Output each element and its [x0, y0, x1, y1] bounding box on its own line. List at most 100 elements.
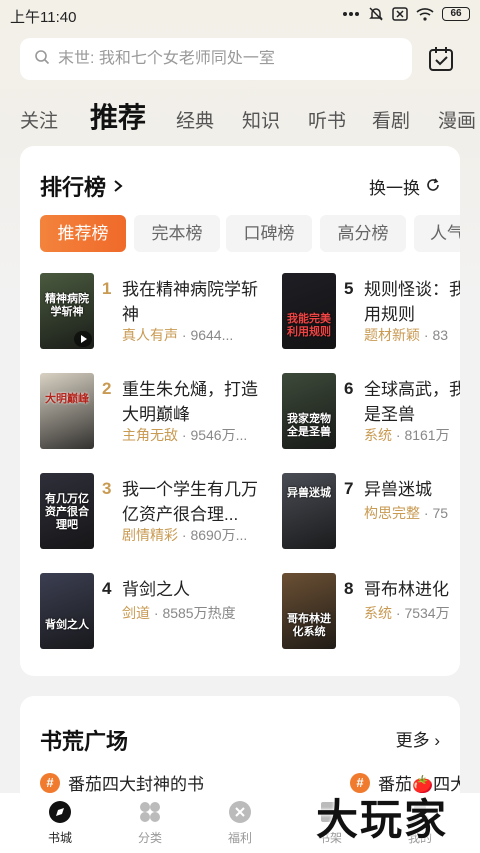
book-tag: 真人有声: [122, 327, 178, 343]
chip-reputation[interactable]: 口碑榜: [226, 215, 312, 252]
book-heat: 9546万...: [190, 427, 248, 443]
nav-welfare[interactable]: 福利: [210, 799, 270, 846]
chip-completed[interactable]: 完本榜: [134, 215, 220, 252]
chip-high-score[interactable]: 高分榜: [320, 215, 406, 252]
book-meta: 剑道 · 8585万热度: [122, 605, 236, 621]
tab-drama[interactable]: 看剧: [372, 106, 410, 133]
chevron-right-icon: [112, 173, 124, 199]
search-input[interactable]: [58, 50, 398, 68]
book-meta: 剧情精彩 · 8690万...: [122, 527, 248, 543]
nav-bookstore[interactable]: 书城: [30, 799, 90, 846]
rank-number: 4: [102, 579, 112, 598]
tab-classic[interactable]: 经典: [176, 106, 214, 133]
watermark-logo: 大玩家: [316, 795, 449, 844]
book-item[interactable]: 有几万亿资产很合理吧 3 我一个学生有几万亿资产很合理... 剧情精彩 · 86…: [40, 473, 280, 551]
book-item[interactable]: 我能完美利用规则 5 规则怪谈：我美利用规则 题材新颖 · 83: [282, 273, 460, 351]
book-meta: 主角无敌 · 9546万...: [122, 427, 248, 443]
book-item[interactable]: 背剑之人 4 背剑之人 剑道 · 8585万热度: [40, 573, 280, 651]
book-heat: 8690万...: [190, 527, 248, 543]
tab-follow[interactable]: 关注: [20, 106, 58, 133]
book-item[interactable]: 异兽迷城 7 异兽迷城 构思完整 · 75: [282, 473, 460, 551]
mute-icon: [368, 6, 384, 22]
tab-recommend[interactable]: 推荐: [90, 96, 146, 136]
book-meta: 真人有声 · 9644...: [122, 327, 234, 343]
topic-item[interactable]: # 番茄四大封神的书: [40, 770, 204, 795]
book-title: 异兽迷城: [364, 480, 432, 499]
compass-icon: [49, 801, 71, 823]
book-item[interactable]: 精神病院学斩神 1 我在精神病院学斩神 真人有声 · 9644...: [40, 273, 280, 351]
ranking-title: 排行榜: [40, 175, 107, 200]
sim-icon: [392, 7, 408, 21]
book-cover: 大明巅峰: [40, 373, 94, 449]
book-title: 背剑之人: [122, 580, 190, 599]
battery-icon: 66: [442, 7, 470, 21]
book-heat: 8161万: [404, 427, 450, 443]
book-heat: 83: [432, 327, 449, 343]
nav-category[interactable]: 分类: [120, 799, 180, 846]
section-title: 书荒广场: [40, 729, 129, 754]
top-tabs: 关注 推荐 经典 知识 听书 看剧 漫画: [0, 92, 480, 136]
book-tag: 主角无敌: [122, 427, 178, 443]
chevron-right-icon: ›: [434, 731, 440, 750]
book-title: 我在精神病院学斩神: [122, 280, 258, 324]
ranking-card: 排行榜 换一换 推荐榜 完本榜 口碑榜 高分榜 人气 精神病院学斩神 1 我在精…: [20, 146, 460, 676]
more-label: 更多: [395, 731, 430, 750]
book-tag: 构思完整: [364, 505, 420, 521]
book-tag: 剑道: [122, 605, 150, 621]
chip-popular[interactable]: 人气: [414, 215, 460, 252]
book-title: 重生朱允熥，打造大明巅峰: [122, 380, 258, 424]
rank-number: 1: [102, 279, 112, 298]
rank-number: 3: [102, 479, 112, 498]
book-heat: 75: [432, 505, 449, 521]
book-tag: 题材新颖: [364, 327, 420, 343]
refresh-icon: [426, 177, 440, 197]
book-cover: 背剑之人: [40, 573, 94, 649]
more-button[interactable]: 更多 ›: [396, 726, 440, 751]
ranking-chips: 推荐榜 完本榜 口碑榜 高分榜 人气: [40, 215, 460, 253]
rank-number: 7: [344, 479, 354, 498]
tab-comics[interactable]: 漫画: [438, 106, 476, 133]
book-tag: 系统: [364, 605, 392, 621]
book-meta: 系统 · 7534万: [364, 605, 450, 621]
book-item[interactable]: 哥布林进化系统 8 哥布林进化 系统 · 7534万: [282, 573, 460, 651]
checkin-calendar-icon[interactable]: [426, 44, 456, 74]
book-cover: 异兽迷城: [282, 473, 336, 549]
book-heat: 9644...: [190, 327, 234, 343]
book-item[interactable]: 我家宠物全是圣兽 6 全球高武，我物全是圣兽 系统 · 8161万: [282, 373, 460, 451]
category-icon: [140, 802, 160, 822]
nav-label: 分类: [137, 831, 162, 845]
status-icons: 66: [342, 6, 470, 22]
more-dots-icon: [342, 11, 360, 17]
rank-number: 6: [344, 379, 354, 398]
book-title: 我一个学生有几万亿资产很合理...: [122, 480, 258, 524]
book-heat: 7534万: [404, 605, 450, 621]
book-item[interactable]: 大明巅峰 2 重生朱允熥，打造大明巅峰 主角无敌 · 9546万...: [40, 373, 280, 451]
book-title: 全球高武，我物全是圣兽: [364, 380, 460, 424]
book-meta: 题材新颖 · 83: [364, 327, 449, 343]
hashtag-icon: #: [40, 772, 60, 793]
book-cover: 我能完美利用规则: [282, 273, 336, 349]
nav-label: 福利: [227, 831, 252, 845]
topic-label: 番茄四大封神的书: [68, 775, 204, 794]
nav-label: 书城: [47, 831, 72, 845]
book-meta: 系统 · 8161万: [364, 427, 450, 443]
rank-number: 2: [102, 379, 112, 398]
ranking-header[interactable]: 排行榜: [40, 170, 124, 202]
rank-number: 8: [344, 579, 354, 598]
refresh-label: 换一换: [369, 179, 420, 198]
chip-recommend[interactable]: 推荐榜: [40, 215, 126, 252]
tab-audiobook[interactable]: 听书: [308, 106, 346, 133]
book-title: 规则怪谈：我美利用规则: [364, 280, 460, 324]
gift-icon: [229, 801, 251, 823]
search-icon: [34, 49, 50, 70]
search-bar[interactable]: [20, 38, 412, 80]
book-cover: 有几万亿资产很合理吧: [40, 473, 94, 549]
book-cover: 我家宠物全是圣兽: [282, 373, 336, 449]
book-tag: 系统: [364, 427, 392, 443]
book-meta: 构思完整 · 75: [364, 505, 449, 521]
book-cover: 哥布林进化系统: [282, 573, 336, 649]
tab-knowledge[interactable]: 知识: [242, 106, 280, 133]
play-icon[interactable]: [74, 331, 92, 347]
refresh-button[interactable]: 换一换: [369, 174, 440, 199]
status-bar: 上午11:40 66: [0, 0, 480, 30]
